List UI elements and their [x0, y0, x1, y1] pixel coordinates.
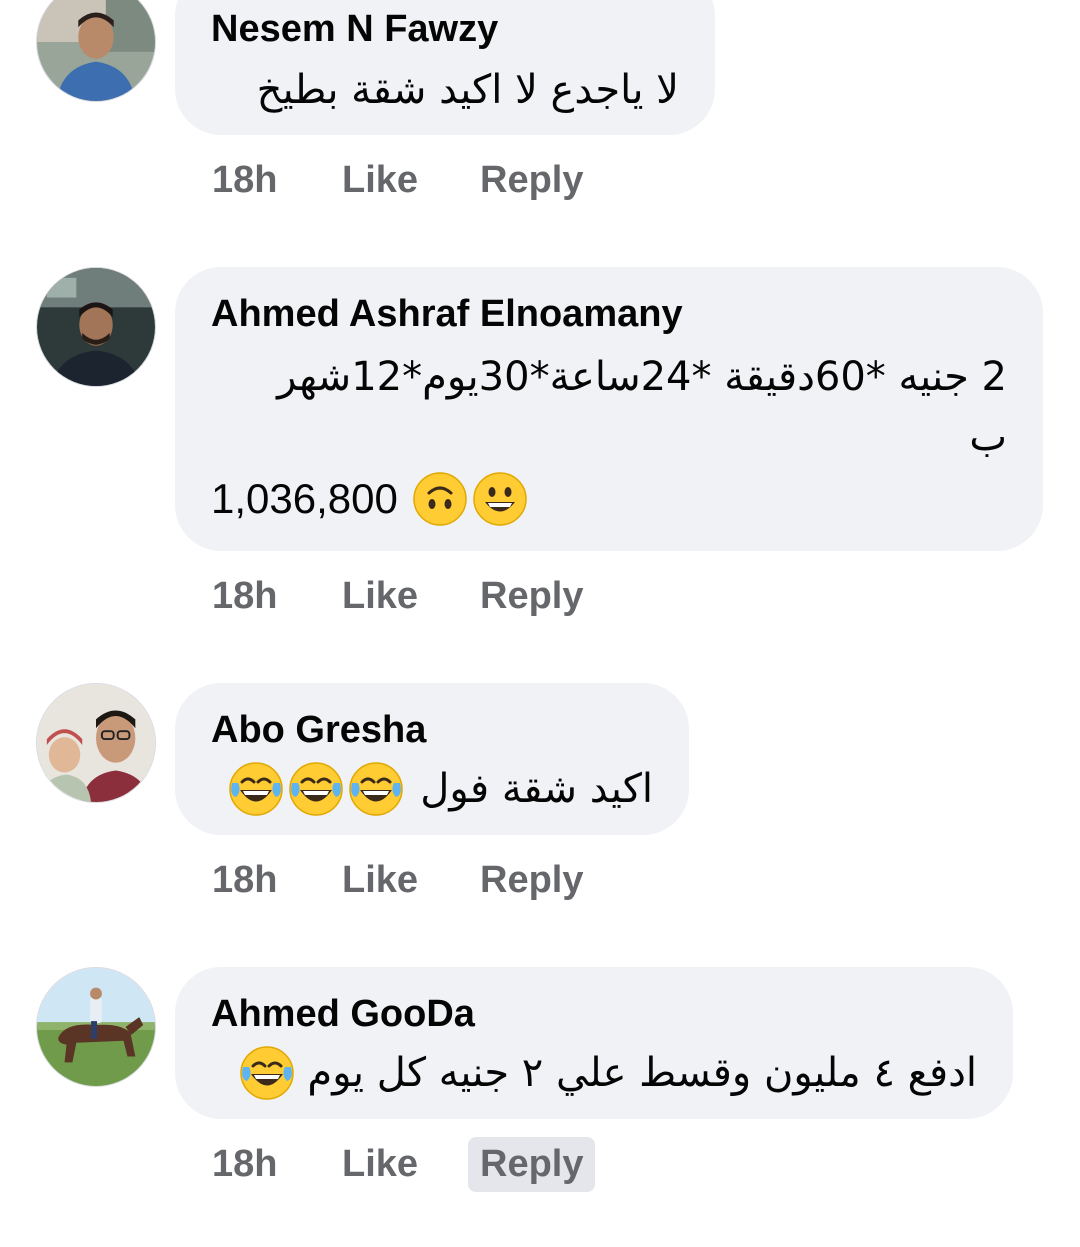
- comment-timestamp[interactable]: 18h: [212, 859, 342, 902]
- comment-bubble: Nesem N Fawzy لا ياجدع لا اكيد شقة بطيخ: [175, 0, 715, 135]
- like-button[interactable]: Like: [342, 159, 480, 202]
- comment-text: ادفع ٤ مليون وقسط علي ٢ جنيه كل يوم: [307, 1050, 977, 1096]
- comment-bubble: Ahmed GooDa ادفع ٤ مليون وقسط علي ٢ جنيه…: [175, 967, 1013, 1119]
- like-button[interactable]: Like: [342, 575, 480, 618]
- comment-actions: 18h Like Reply: [212, 850, 595, 910]
- comment-bubble: Abo Gresha اكيد شقة فول: [175, 683, 689, 835]
- comment-text-line-1: 2 جنيه *60دقيقة *24ساعة*30يوم*12شهر: [277, 354, 1007, 400]
- reply-button[interactable]: Reply: [468, 853, 595, 908]
- upside-down-face-icon: [412, 471, 468, 527]
- face-with-tears-of-joy-icon: [348, 761, 404, 817]
- avatar-photo-icon: [37, 268, 155, 386]
- avatar-photo-icon: [37, 0, 155, 101]
- avatar-photo-icon: [37, 684, 155, 802]
- comment-text: لا ياجدع لا اكيد شقة بطيخ: [256, 67, 679, 113]
- face-with-tears-of-joy-icon: [228, 761, 284, 817]
- comment-actions: 18h Like Reply: [212, 150, 595, 210]
- avatar-photo-icon: [37, 968, 155, 1086]
- like-button[interactable]: Like: [342, 1143, 480, 1186]
- face-with-tears-of-joy-icon: [239, 1045, 295, 1101]
- avatar[interactable]: [36, 683, 156, 803]
- comment-result-value: 1,036,800: [211, 475, 398, 522]
- comment-bubble: Ahmed Ashraf Elnoamany 2 جنيه *60دقيقة *…: [175, 267, 1043, 551]
- face-with-tears-of-joy-icon: [288, 761, 344, 817]
- comment-text-row: اكيد شقة فول: [211, 757, 653, 821]
- reply-button[interactable]: Reply: [468, 569, 595, 624]
- avatar[interactable]: [36, 967, 156, 1087]
- comment-author[interactable]: Nesem N Fawzy: [211, 6, 679, 52]
- comment-timestamp[interactable]: 18h: [212, 159, 342, 202]
- comment-actions: 18h Like Reply: [212, 566, 595, 626]
- comment-timestamp[interactable]: 18h: [212, 575, 342, 618]
- reply-button[interactable]: Reply: [468, 1136, 596, 1192]
- comment-author[interactable]: Ahmed GooDa: [211, 991, 977, 1037]
- avatar[interactable]: [36, 267, 156, 387]
- reply-button[interactable]: Reply: [468, 153, 595, 208]
- comment-author[interactable]: Abo Gresha: [211, 707, 653, 753]
- avatar[interactable]: [36, 0, 156, 102]
- like-button[interactable]: Like: [342, 859, 480, 902]
- comment-actions: 18h Like Reply: [212, 1134, 596, 1194]
- comment-timestamp[interactable]: 18h: [212, 1143, 342, 1186]
- comment-text-row: ادفع ٤ مليون وقسط علي ٢ جنيه كل يوم: [211, 1041, 977, 1105]
- comment-text-line-2: ب: [969, 414, 1007, 460]
- comment-text: اكيد شقة فول: [420, 766, 653, 812]
- comment-result-line: 1,036,800: [211, 467, 1007, 531]
- comment-author[interactable]: Ahmed Ashraf Elnoamany: [211, 291, 1007, 337]
- grinning-face-icon: [472, 471, 528, 527]
